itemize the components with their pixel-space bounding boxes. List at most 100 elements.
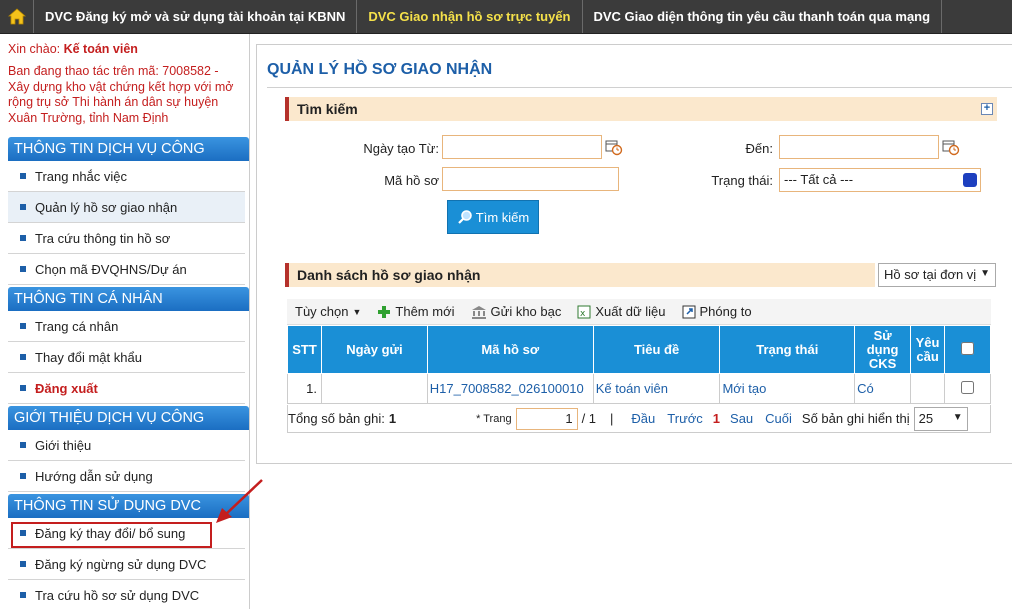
col-header-select[interactable] — [944, 325, 991, 374]
col-header-request[interactable]: Yêu cầu — [910, 325, 946, 374]
top-tab-account[interactable]: DVC Đăng ký mở và sử dụng tài khoản tại … — [34, 0, 358, 33]
home-button[interactable] — [0, 0, 34, 33]
last-page-link[interactable]: Cuối — [765, 411, 792, 426]
export-button[interactable]: x Xuất dữ liệu — [569, 304, 673, 319]
prev-page-link[interactable]: Trước — [667, 411, 703, 426]
first-page-link[interactable]: Đầu — [631, 411, 655, 426]
cell-cks: Có — [854, 373, 912, 404]
annotation-arrow — [216, 479, 263, 523]
code-input[interactable] — [442, 167, 619, 191]
col-header-date[interactable]: Ngày gửi — [320, 325, 428, 374]
status-select-value: --- Tất cả --- — [784, 172, 854, 187]
sidebar-item-label: Thay đổi mật khẩu — [35, 349, 142, 365]
cell-date — [320, 373, 428, 404]
sidebar-item-manage-records[interactable]: Quản lý hồ sơ giao nhận — [8, 192, 245, 223]
col-header-stt[interactable]: STT — [287, 325, 322, 374]
dropdown-arrow-icon: ▼ — [952, 411, 963, 423]
cell-select — [944, 373, 991, 404]
status-select[interactable]: --- Tất cả --- — [779, 168, 981, 192]
col-header-cks[interactable]: Sử dụng CKS — [854, 325, 912, 374]
sidebar-item-register-stop[interactable]: Đăng ký ngừng sử dụng DVC — [8, 549, 245, 580]
expand-icon[interactable]: + — [981, 103, 993, 115]
to-date-label: Đến: — [745, 141, 773, 156]
col-header-code[interactable]: Mã hồ sơ — [426, 325, 594, 374]
bullet-icon — [20, 266, 26, 272]
search-button-label: Tìm kiếm — [475, 209, 530, 225]
top-nav-bar: DVC Đăng ký mở và sử dụng tài khoản tại … — [0, 0, 1012, 34]
col-header-status[interactable]: Trạng thái — [719, 325, 856, 374]
top-tab-payment[interactable]: DVC Giao diện thông tin yêu cầu thanh to… — [583, 0, 943, 33]
col-header-title[interactable]: Tiêu đề — [592, 325, 721, 374]
page-number-input[interactable]: 1 — [515, 407, 578, 430]
list-panel-title: Danh sách hồ sơ giao nhận — [297, 267, 481, 283]
unit-filter-value: Hồ sơ tại đơn vị — [884, 267, 977, 282]
title-divider — [267, 87, 1012, 88]
zoom-label: Phóng to — [699, 304, 752, 319]
add-new-button[interactable]: Thêm mới — [369, 304, 462, 319]
records-table: STT Ngày gửi Mã hồ sơ Tiêu đề Trạng thái… — [287, 325, 991, 404]
export-label: Xuất dữ liệu — [595, 304, 666, 319]
page-total: / 1 — [581, 411, 597, 426]
cell-code-link[interactable]: H17_7008582_026100010 — [426, 373, 594, 404]
user-role: Kế toán viên — [63, 42, 138, 56]
send-treasury-button[interactable]: Gửi kho bạc — [463, 304, 570, 319]
from-date-input[interactable] — [442, 135, 602, 159]
to-date-input[interactable] — [779, 135, 939, 159]
sidebar-item-label: Quản lý hồ sơ giao nhận — [35, 199, 178, 215]
code-label: Mã hồ sơ — [384, 173, 439, 188]
sidebar-item-change-password[interactable]: Thay đổi mật khẩu — [8, 342, 245, 373]
bullet-icon — [20, 173, 26, 179]
calendar-icon[interactable] — [605, 138, 623, 156]
section-personal: THÔNG TIN CÁ NHÂN — [8, 287, 249, 311]
page-title: QUẢN LÝ HỒ SƠ GIAO NHẬN — [267, 61, 493, 78]
bullet-icon — [20, 442, 26, 448]
search-panel-title: Tìm kiếm — [297, 101, 358, 117]
pagination-bar: Tổng số bản ghi: 1 * Trang 1 / 1 | Đầu T… — [287, 405, 991, 433]
plus-icon — [378, 305, 391, 318]
sidebar-item-reminders[interactable]: Trang nhắc việc — [8, 161, 245, 192]
table-row[interactable]: 1. H17_7008582_026100010 Kế toán viên Mớ… — [287, 373, 991, 404]
section-public-service: THÔNG TIN DỊCH VỤ CÔNG — [8, 137, 249, 161]
sidebar-item-select-unit[interactable]: Chọn mã ĐVQHNS/Dự án — [8, 254, 245, 285]
section-intro: GIỚI THIỆU DỊCH VỤ CÔNG — [8, 406, 249, 430]
sidebar-item-lookup-records[interactable]: Tra cứu thông tin hồ sơ — [8, 223, 245, 254]
sidebar-item-label: Giới thiệu — [35, 437, 92, 453]
sidebar-item-lookup-dvc[interactable]: Tra cứu hồ sơ sử dụng DVC — [8, 580, 245, 609]
page-size-value: 25 — [918, 410, 934, 426]
bullet-icon — [20, 354, 26, 360]
cell-status: Mới tạo — [719, 373, 856, 404]
add-new-label: Thêm mới — [395, 304, 455, 319]
sidebar-item-label: Chọn mã ĐVQHNS/Dự án — [35, 261, 187, 277]
options-menu[interactable]: Tùy chọn ▼ — [287, 304, 369, 319]
sidebar-item-introduction[interactable]: Giới thiệu — [8, 430, 245, 461]
page-size-select[interactable]: 25 ▼ — [913, 406, 968, 431]
bullet-icon — [20, 530, 26, 536]
home-icon — [7, 8, 26, 25]
calendar-icon[interactable] — [942, 138, 960, 156]
search-button[interactable]: Tìm kiếm — [447, 200, 539, 234]
sidebar-item-label: Tra cứu hồ sơ sử dụng DVC — [35, 587, 200, 603]
select-all-checkbox[interactable] — [961, 341, 975, 355]
zoom-button[interactable]: Phóng to — [674, 304, 760, 319]
row-checkbox[interactable] — [961, 380, 975, 394]
current-page: 1 — [712, 411, 721, 426]
total-label: Tổng số bản ghi: — [288, 411, 385, 426]
svg-text:x: x — [580, 309, 586, 319]
bullet-icon — [20, 473, 26, 479]
bullet-icon — [20, 235, 26, 241]
unit-filter-select[interactable]: Hồ sơ tại đơn vị ▼ — [878, 263, 996, 287]
sidebar-item-logout[interactable]: Đăng xuất — [8, 373, 245, 404]
top-tab-records-online[interactable]: DVC Giao nhận hồ sơ trực tuyến — [357, 0, 583, 33]
sidebar-item-label: Hướng dẫn sử dụng — [35, 468, 153, 484]
next-page-link[interactable]: Sau — [730, 411, 753, 426]
sidebar-item-profile[interactable]: Trang cá nhân — [8, 311, 245, 342]
sidebar-item-label: Trang nhắc việc — [35, 168, 128, 184]
from-date-label: Ngày tạo Từ: — [363, 141, 439, 156]
cell-stt: 1. — [287, 373, 322, 404]
page-size-label: Số bản ghi hiển thị — [801, 411, 910, 426]
greeting: Xin chào: Kế toán viên — [0, 34, 249, 57]
total-count: 1 — [388, 411, 397, 426]
dropdown-icon — [963, 173, 977, 187]
sidebar-item-label: Tra cứu thông tin hồ sơ — [35, 230, 171, 246]
sidebar-item-label: Trang cá nhân — [35, 318, 119, 334]
